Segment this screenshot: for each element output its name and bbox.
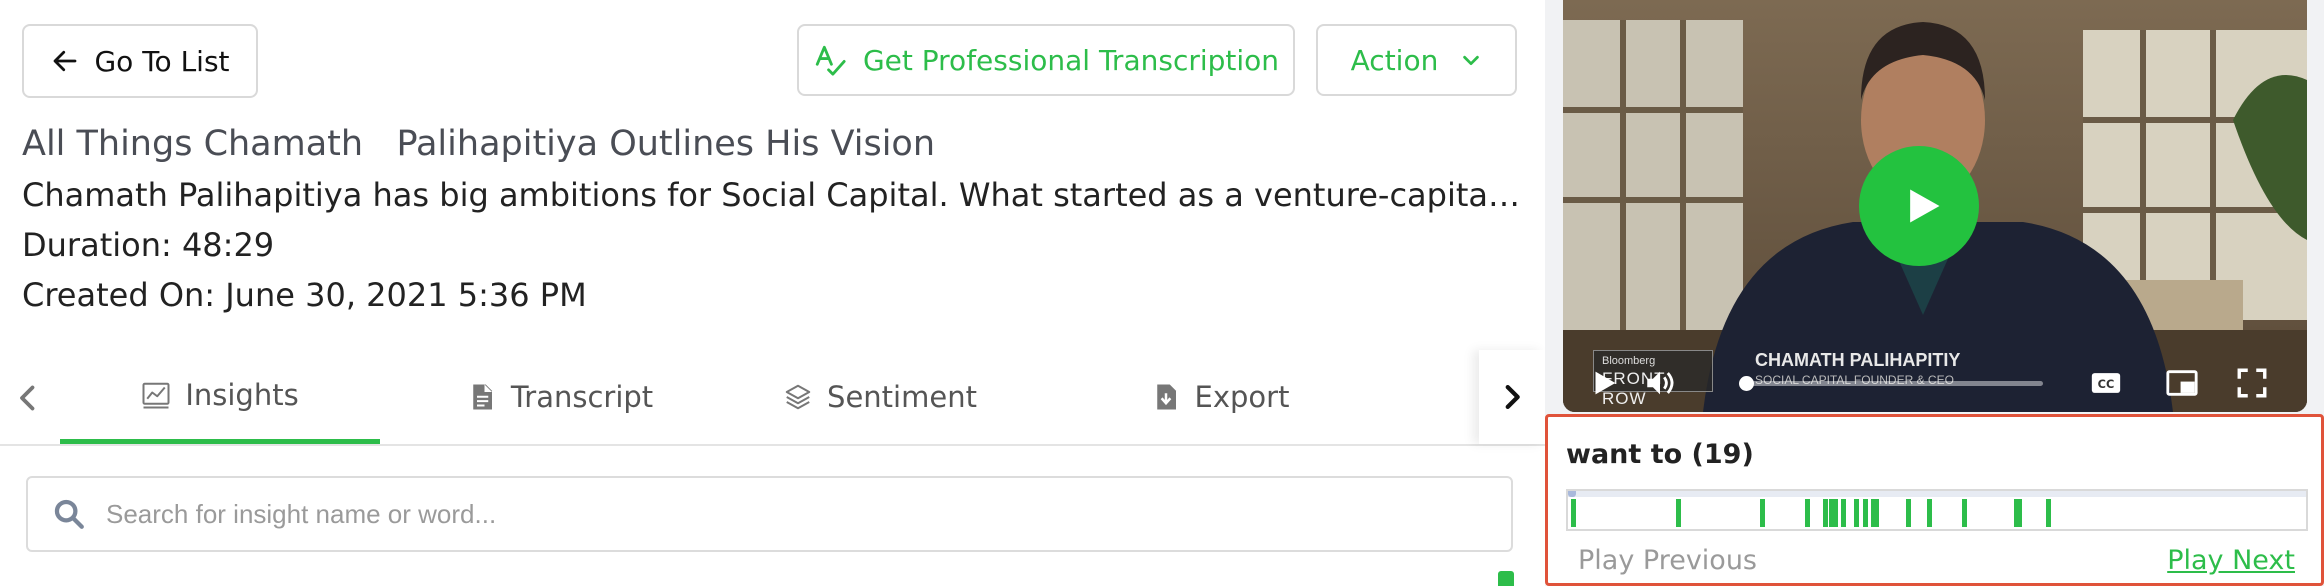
chevron-left-icon[interactable] — [10, 380, 46, 416]
occurrence-marker[interactable] — [1833, 499, 1838, 527]
closed-captions-icon[interactable]: CC — [2089, 366, 2123, 400]
media-description: Chamath Palihapitiya has big ambitions f… — [22, 176, 1520, 214]
tab-export-label: Export — [1194, 380, 1290, 414]
occurrence-marker[interactable] — [1805, 499, 1810, 527]
arrow-left-icon — [54, 50, 77, 72]
play-next-link[interactable]: Play Next — [2167, 545, 2295, 576]
keyword-title: want to (19) — [1566, 439, 1754, 470]
media-created-on: Created On: June 30, 2021 5:36 PM — [22, 276, 587, 314]
video-controls: CC — [1563, 352, 2307, 412]
occurrence-marker[interactable] — [1962, 499, 1967, 527]
get-professional-transcription-button[interactable]: Get Professional Transcription — [797, 24, 1295, 96]
document-icon — [473, 384, 492, 410]
tab-export[interactable]: Export — [1100, 350, 1340, 444]
tab-insights[interactable]: Insights — [60, 350, 380, 444]
play-icon — [1910, 189, 1940, 223]
occurrence-marker[interactable] — [1863, 499, 1868, 527]
media-duration: Duration: 48:29 — [22, 226, 275, 264]
video-player[interactable]: Bloomberg FRONT ROW CHAMATH PALIHAPITIY … — [1563, 0, 2307, 412]
search-icon — [54, 499, 84, 529]
occurrence-marker[interactable] — [1906, 499, 1911, 527]
go-to-list-label: Go To List — [94, 44, 230, 78]
timeline-progress-marker — [1568, 491, 1576, 497]
search-input[interactable] — [106, 498, 1406, 530]
timeline-progress-track — [1568, 491, 2306, 497]
fullscreen-icon[interactable] — [2235, 366, 2269, 400]
occurrence-marker[interactable] — [1854, 499, 1859, 527]
tab-transcript[interactable]: Transcript — [420, 350, 700, 444]
left-panel: Go To List Get Professional Transcriptio… — [0, 0, 1545, 586]
chevron-right-icon — [1505, 384, 1520, 410]
play-previous-link[interactable]: Play Previous — [1578, 545, 1757, 576]
occurrence-marker[interactable] — [1571, 499, 1576, 527]
download-icon — [1156, 384, 1176, 410]
progress-bar[interactable] — [1739, 376, 2043, 391]
picture-in-picture-icon[interactable] — [2165, 366, 2199, 400]
layers-icon — [785, 384, 811, 410]
occurrence-marker[interactable] — [1823, 499, 1828, 527]
spellcheck-icon — [815, 45, 846, 76]
tab-insights-label: Insights — [185, 377, 299, 412]
chevron-down-icon — [1463, 55, 1480, 66]
occurrence-marker[interactable] — [1874, 499, 1879, 527]
volume-icon[interactable] — [1643, 366, 1677, 400]
progress-thumb[interactable] — [1739, 376, 1754, 391]
play-icon[interactable] — [1587, 366, 1621, 400]
action-dropdown-button[interactable]: Action — [1316, 24, 1517, 96]
chart-icon — [142, 382, 170, 408]
tab-bar: Insights Transcript Sentiment Export — [0, 350, 1545, 446]
keyword-occurrences-panel: want to (19) Play Previous Play Next — [1545, 414, 2324, 586]
media-title: All Things Chamath Palihapitiya Outlines… — [22, 124, 936, 164]
occurrence-marker[interactable] — [1760, 499, 1765, 527]
tab-scroll-right-button[interactable] — [1479, 350, 1545, 444]
occurrence-marker[interactable] — [1676, 499, 1681, 527]
svg-text:CC: CC — [2098, 377, 2115, 391]
occurrence-timeline[interactable] — [1566, 489, 2308, 531]
right-panel: Bloomberg FRONT ROW CHAMATH PALIHAPITIY … — [1545, 0, 2324, 586]
action-label: Action — [1350, 43, 1439, 77]
tab-transcript-label: Transcript — [510, 380, 654, 414]
status-indicator — [1498, 571, 1514, 586]
occurrence-marker[interactable] — [2046, 499, 2051, 527]
occurrence-marker[interactable] — [2017, 499, 2022, 527]
tab-sentiment[interactable]: Sentiment — [740, 350, 1020, 444]
search-box — [26, 476, 1513, 552]
get-professional-transcription-label: Get Professional Transcription — [862, 43, 1280, 77]
occurrence-marker[interactable] — [1841, 499, 1846, 527]
go-to-list-button[interactable]: Go To List — [22, 24, 258, 98]
tab-sentiment-label: Sentiment — [827, 380, 977, 414]
big-play-button[interactable] — [1859, 146, 1979, 266]
occurrence-marker[interactable] — [1927, 499, 1932, 527]
